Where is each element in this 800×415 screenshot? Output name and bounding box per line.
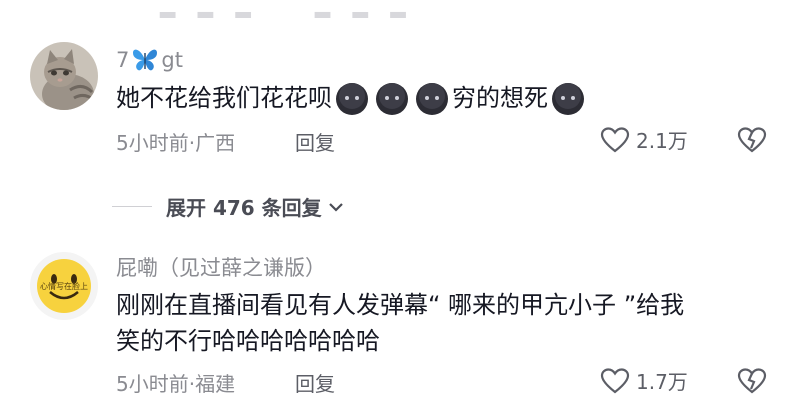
comment-time-location: 5小时前·广西: [116, 131, 236, 155]
comment-username[interactable]: 屁嘞（见过薛之谦版）: [116, 256, 326, 280]
reply-button[interactable]: 回复: [295, 368, 335, 397]
comment-text-line2: 笑的不行哈哈哈哈哈哈哈: [116, 327, 380, 355]
broken-heart-icon: [737, 368, 767, 394]
heart-outline-icon: [600, 126, 630, 152]
heart-outline-icon: [600, 367, 630, 393]
dislike-button[interactable]: [736, 367, 768, 399]
comment-text-part1: 她不花给我们花花呗: [116, 84, 332, 112]
expand-replies-label: 展开 476 条回复: [166, 196, 322, 220]
dark-face-emoji: [375, 82, 409, 116]
expand-replies-button[interactable]: 展开 476 条回复: [112, 192, 346, 221]
dislike-button[interactable]: [736, 126, 768, 158]
username-prefix: 7: [116, 48, 130, 72]
cat-avatar-image: [30, 42, 98, 110]
like-count: 1.7万: [636, 370, 688, 394]
dark-face-emoji: [551, 82, 585, 116]
avatar-cat[interactable]: [30, 42, 98, 110]
like-count: 2.1万: [636, 129, 688, 153]
like-button[interactable]: 2.1万: [600, 125, 688, 154]
dark-face-emoji: [335, 82, 369, 116]
comment-text-line1: 刚刚在直播间看见有人发弹幕“ 哪来的甲亢小子 ”给我: [116, 291, 685, 319]
avatar-smiley[interactable]: 心情写在脸上: [30, 252, 98, 320]
broken-heart-icon: [737, 127, 767, 153]
comment-time-location: 5小时前·福建: [116, 372, 236, 396]
dark-face-emoji: [415, 82, 449, 116]
comment-username[interactable]: 7 gt: [116, 47, 183, 73]
expand-divider: [112, 205, 152, 208]
like-button[interactable]: 1.7万: [600, 366, 688, 395]
comment-text: 她不花给我们花花呗 穷的想死: [116, 80, 588, 116]
chevron-down-icon: [328, 202, 343, 212]
reply-button[interactable]: 回复: [295, 127, 335, 156]
butterfly-icon: [131, 47, 159, 73]
comment-text-part2: 穷的想死: [452, 84, 548, 112]
avatar-caption: 心情写在脸上: [40, 282, 88, 291]
cut-off-text: ▂ ▂ ▂ ▂ ▂ ▂: [160, 0, 414, 18]
username-suffix: gt: [161, 48, 183, 72]
